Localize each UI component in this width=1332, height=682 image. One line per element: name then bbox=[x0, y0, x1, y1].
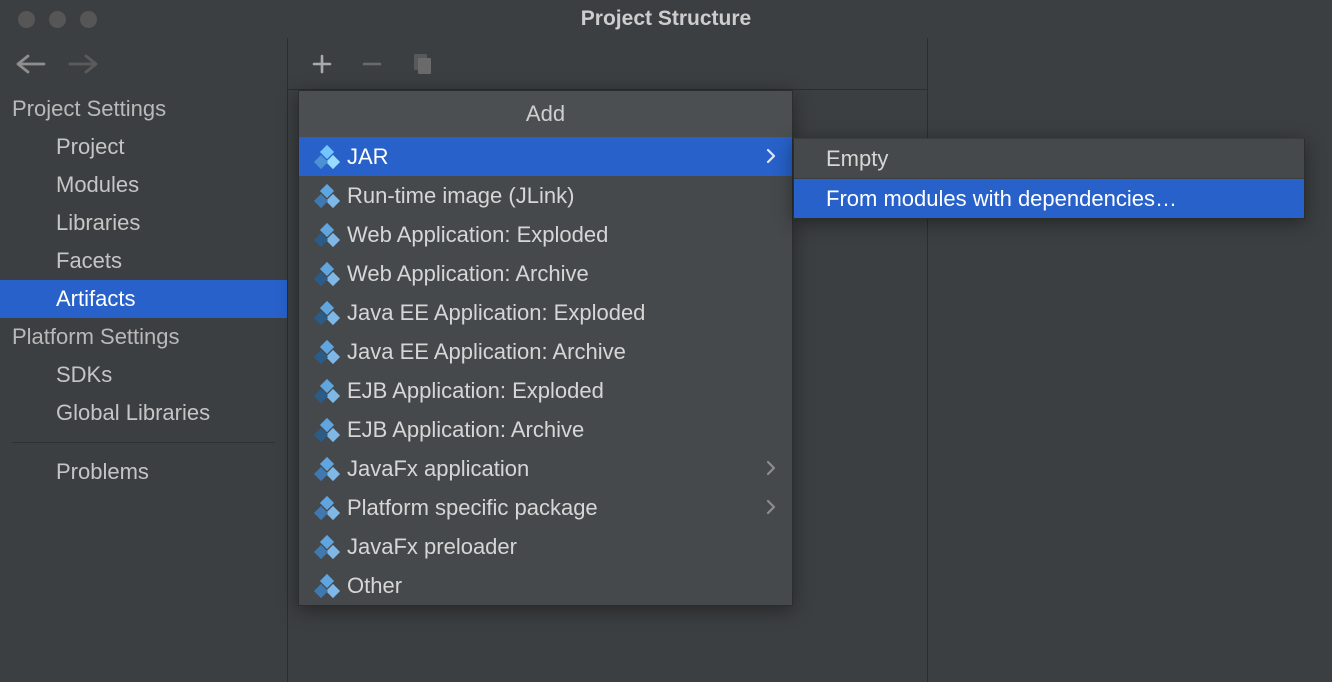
artifacts-toolbar bbox=[288, 38, 927, 90]
menu-item-other[interactable]: Other bbox=[299, 566, 792, 605]
artifact-icon bbox=[317, 147, 347, 167]
menu-item-label: Platform specific package bbox=[347, 495, 766, 521]
sidebar-item-sdks[interactable]: SDKs bbox=[0, 356, 287, 394]
sidebar-item-global-libraries[interactable]: Global Libraries bbox=[0, 394, 287, 432]
artifact-icon bbox=[317, 303, 347, 323]
menu-item-label: JAR bbox=[347, 144, 766, 170]
minimize-window-button[interactable] bbox=[49, 11, 66, 28]
artifact-icon bbox=[317, 381, 347, 401]
menu-item-runtime-image-jlink[interactable]: Run-time image (JLink) bbox=[299, 176, 792, 215]
sidebar-section-project-settings: Project Settings Project Modules Librari… bbox=[0, 90, 287, 318]
menu-title: Add bbox=[299, 91, 792, 137]
back-button[interactable] bbox=[16, 54, 46, 74]
window-title: Project Structure bbox=[0, 7, 1332, 31]
menu-item-label: Empty bbox=[812, 146, 1288, 172]
sidebar-item-facets[interactable]: Facets bbox=[0, 242, 287, 280]
jar-submenu: Empty From modules with dependencies… bbox=[793, 138, 1305, 219]
chevron-right-icon bbox=[766, 495, 776, 521]
add-artifact-menu: Add JAR Run-time image (JLink) Web Appli… bbox=[298, 90, 793, 606]
artifact-icon bbox=[317, 186, 347, 206]
submenu-item-empty[interactable]: Empty bbox=[794, 139, 1304, 178]
menu-item-label: JavaFx application bbox=[347, 456, 766, 482]
workspace: Project Settings Project Modules Librari… bbox=[0, 38, 1332, 682]
section-title: Project Settings bbox=[0, 90, 287, 128]
titlebar: Project Structure bbox=[0, 0, 1332, 38]
window-controls bbox=[0, 11, 97, 28]
artifacts-list-pane: Add JAR Run-time image (JLink) Web Appli… bbox=[288, 38, 928, 682]
sidebar-item-project[interactable]: Project bbox=[0, 128, 287, 166]
zoom-window-button[interactable] bbox=[80, 11, 97, 28]
menu-item-label: Other bbox=[347, 573, 776, 599]
menu-item-web-app-exploded[interactable]: Web Application: Exploded bbox=[299, 215, 792, 254]
menu-item-label: Web Application: Archive bbox=[347, 261, 776, 287]
sidebar-item-problems[interactable]: Problems bbox=[0, 453, 287, 491]
artifact-icon bbox=[317, 420, 347, 440]
forward-button[interactable] bbox=[68, 54, 98, 74]
sidebar-item-modules[interactable]: Modules bbox=[0, 166, 287, 204]
sidebar: Project Settings Project Modules Librari… bbox=[0, 38, 288, 682]
menu-item-javafx-preloader[interactable]: JavaFx preloader bbox=[299, 527, 792, 566]
artifact-icon bbox=[317, 264, 347, 284]
menu-item-label: From modules with dependencies… bbox=[812, 186, 1288, 212]
chevron-right-icon bbox=[766, 144, 776, 170]
artifact-icon bbox=[317, 459, 347, 479]
sidebar-item-libraries[interactable]: Libraries bbox=[0, 204, 287, 242]
artifact-icon bbox=[317, 576, 347, 596]
remove-artifact-button[interactable] bbox=[362, 54, 382, 74]
menu-item-label: Web Application: Exploded bbox=[347, 222, 776, 248]
menu-item-ejb-app-exploded[interactable]: EJB Application: Exploded bbox=[299, 371, 792, 410]
right-area: Add JAR Run-time image (JLink) Web Appli… bbox=[288, 38, 1332, 682]
menu-item-label: JavaFx preloader bbox=[347, 534, 776, 560]
menu-item-web-app-archive[interactable]: Web Application: Archive bbox=[299, 254, 792, 293]
menu-item-ejb-app-archive[interactable]: EJB Application: Archive bbox=[299, 410, 792, 449]
artifact-icon bbox=[317, 342, 347, 362]
copy-artifact-button[interactable] bbox=[412, 53, 432, 75]
menu-item-label: Run-time image (JLink) bbox=[347, 183, 776, 209]
menu-item-javaee-app-archive[interactable]: Java EE Application: Archive bbox=[299, 332, 792, 371]
menu-item-javaee-app-exploded[interactable]: Java EE Application: Exploded bbox=[299, 293, 792, 332]
chevron-right-icon bbox=[766, 456, 776, 482]
close-window-button[interactable] bbox=[18, 11, 35, 28]
menu-item-javafx-application[interactable]: JavaFx application bbox=[299, 449, 792, 488]
sidebar-item-artifacts[interactable]: Artifacts bbox=[0, 280, 287, 318]
artifact-icon bbox=[317, 537, 347, 557]
artifact-icon bbox=[317, 225, 347, 245]
menu-item-label: EJB Application: Archive bbox=[347, 417, 776, 443]
menu-item-label: Java EE Application: Exploded bbox=[347, 300, 776, 326]
section-title: Platform Settings bbox=[0, 318, 287, 356]
menu-item-platform-specific-package[interactable]: Platform specific package bbox=[299, 488, 792, 527]
menu-item-label: Java EE Application: Archive bbox=[347, 339, 776, 365]
menu-item-label: EJB Application: Exploded bbox=[347, 378, 776, 404]
submenu-item-from-modules-with-dependencies[interactable]: From modules with dependencies… bbox=[794, 179, 1304, 218]
sidebar-section-platform-settings: Platform Settings SDKs Global Libraries bbox=[0, 318, 287, 432]
artifact-detail-pane bbox=[928, 38, 1332, 682]
artifact-icon bbox=[317, 498, 347, 518]
history-nav bbox=[0, 38, 287, 90]
sidebar-separator bbox=[12, 442, 275, 443]
menu-item-jar[interactable]: JAR bbox=[299, 137, 792, 176]
add-artifact-button[interactable] bbox=[312, 54, 332, 74]
